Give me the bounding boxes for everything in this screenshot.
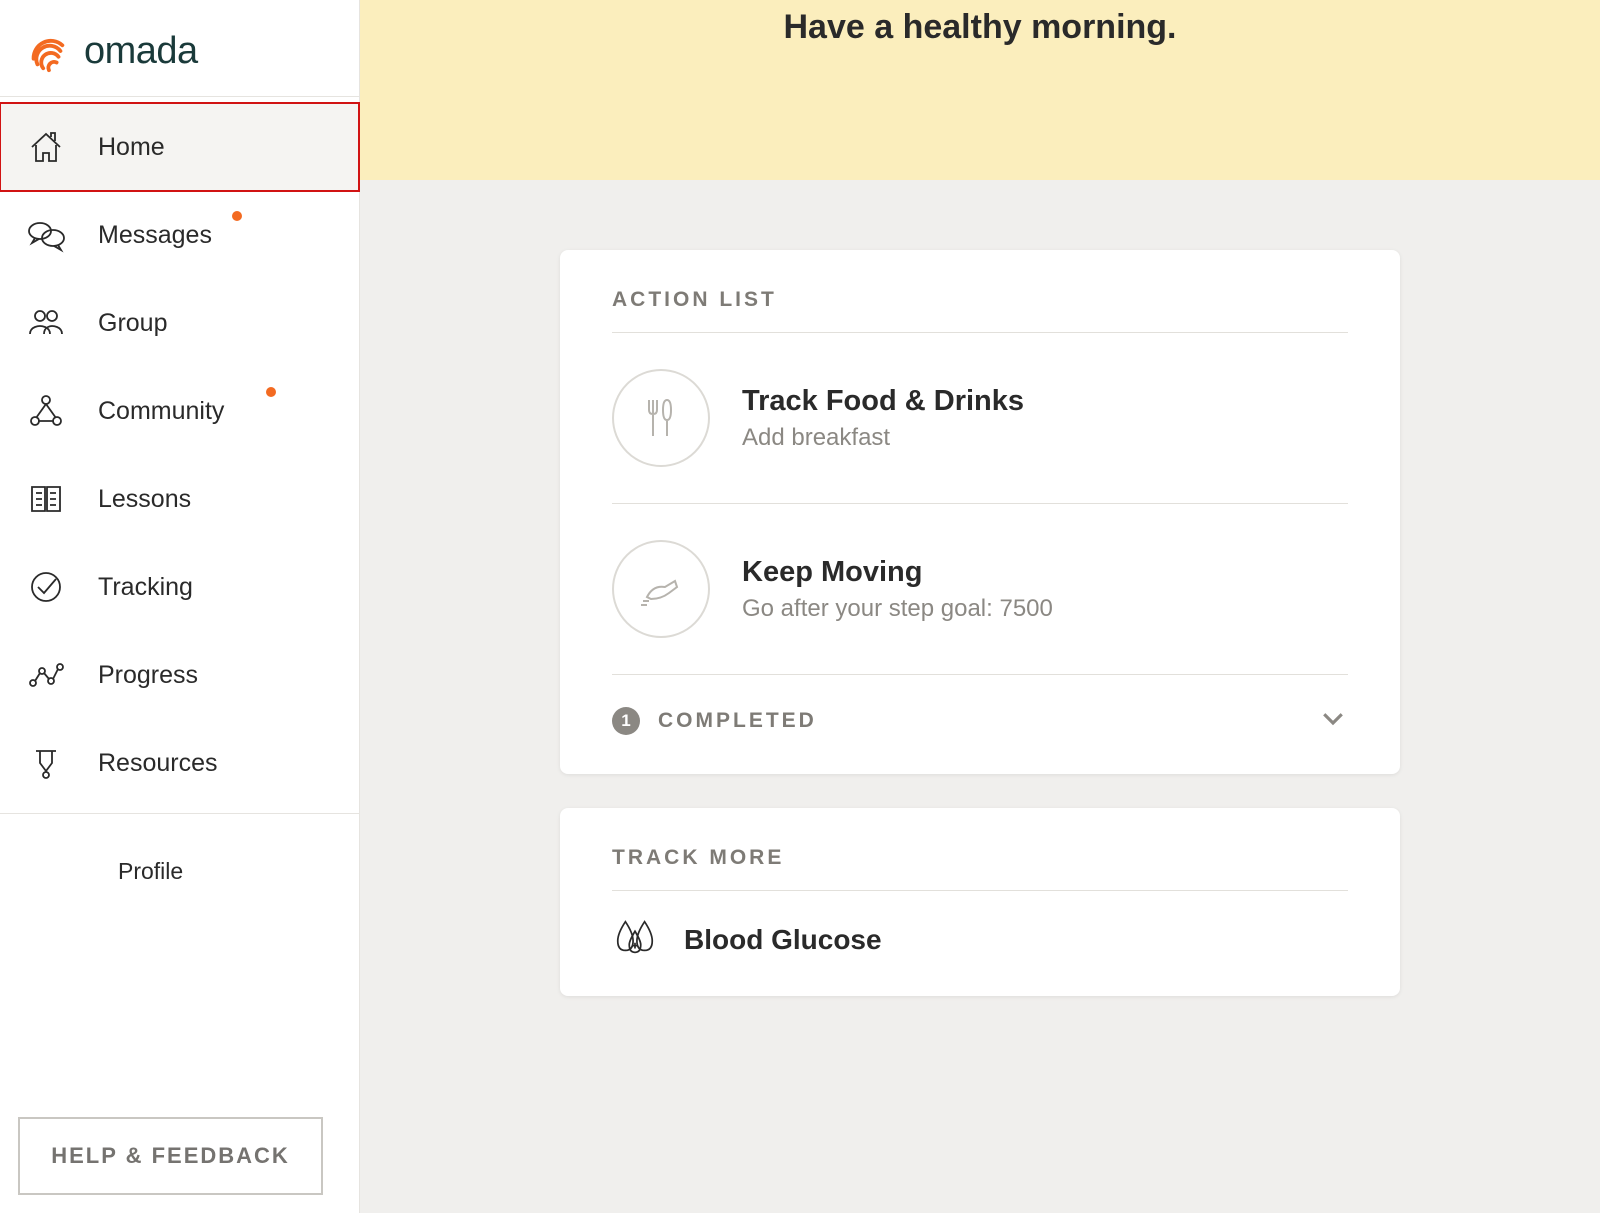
sidebar-item-tracking[interactable]: Tracking — [0, 543, 359, 631]
sidebar-item-label: Lessons — [98, 485, 335, 514]
action-item-subtitle: Go after your step goal: 7500 — [742, 595, 1053, 623]
sidebar-item-group[interactable]: Group — [0, 279, 359, 367]
greeting-banner: Have a healthy morning. — [360, 0, 1600, 180]
food-icon — [612, 369, 710, 467]
steps-icon — [612, 540, 710, 638]
blood-glucose-icon — [612, 917, 658, 962]
sidebar-item-profile[interactable]: Profile — [0, 842, 359, 901]
messages-icon — [24, 215, 68, 255]
main-area: Have a healthy morning. ACTION LIST Trac… — [360, 0, 1600, 1213]
sidebar-item-label: Resources — [98, 749, 335, 778]
sidebar-item-label: Home — [98, 133, 335, 162]
sidebar-item-community[interactable]: Community — [0, 367, 359, 455]
brand-logo[interactable]: omada — [0, 0, 359, 97]
help-feedback-button[interactable]: HELP & FEEDBACK — [18, 1117, 323, 1195]
track-item-label: Blood Glucose — [684, 924, 882, 956]
track-more-title: TRACK MORE — [612, 846, 1348, 891]
sidebar-item-resources[interactable]: Resources — [0, 719, 359, 807]
action-list-card: ACTION LIST Track Food & Drinks Add brea… — [560, 250, 1400, 774]
track-item-blood-glucose[interactable]: Blood Glucose — [612, 891, 1348, 972]
sidebar-item-home[interactable]: Home — [0, 103, 359, 191]
completed-label: COMPLETED — [658, 709, 1300, 733]
notification-dot-icon — [232, 211, 242, 221]
sidebar-item-label: Group — [98, 309, 335, 338]
secondary-nav: Profile Settings — [0, 813, 359, 913]
completed-toggle[interactable]: 1 COMPLETED — [612, 675, 1348, 750]
sidebar-item-messages[interactable]: Messages — [0, 191, 359, 279]
sidebar-item-settings[interactable]: Settings — [0, 901, 359, 913]
action-item-title: Keep Moving — [742, 556, 1053, 589]
completed-count-badge: 1 — [612, 707, 640, 735]
group-icon — [24, 303, 68, 343]
sidebar-item-lessons[interactable]: Lessons — [0, 455, 359, 543]
track-more-card: TRACK MORE Blood Glucose — [560, 808, 1400, 996]
content-area: ACTION LIST Track Food & Drinks Add brea… — [360, 180, 1600, 1036]
home-icon — [24, 127, 68, 167]
action-item-subtitle: Add breakfast — [742, 424, 1024, 452]
action-item-track-food[interactable]: Track Food & Drinks Add breakfast — [612, 333, 1348, 504]
sidebar-item-label: Tracking — [98, 573, 335, 602]
tracking-icon — [24, 567, 68, 607]
sidebar-item-label: Progress — [98, 661, 335, 690]
fingerprint-icon — [24, 28, 70, 74]
sidebar: omada Home Messages Group — [0, 0, 360, 1213]
sidebar-item-progress[interactable]: Progress — [0, 631, 359, 719]
community-icon — [24, 391, 68, 431]
action-item-keep-moving[interactable]: Keep Moving Go after your step goal: 750… — [612, 504, 1348, 675]
chevron-down-icon — [1318, 703, 1348, 738]
primary-nav: Home Messages Group Community — [0, 97, 359, 807]
action-list-title: ACTION LIST — [612, 288, 1348, 333]
progress-icon — [24, 655, 68, 695]
greeting-text: Have a healthy morning. — [784, 8, 1177, 47]
resources-icon — [24, 743, 68, 783]
lessons-icon — [24, 479, 68, 519]
notification-dot-icon — [266, 387, 276, 397]
brand-name: omada — [84, 30, 198, 73]
action-item-title: Track Food & Drinks — [742, 385, 1024, 418]
sidebar-item-label: Messages — [98, 221, 335, 250]
sidebar-item-label: Community — [98, 397, 335, 426]
